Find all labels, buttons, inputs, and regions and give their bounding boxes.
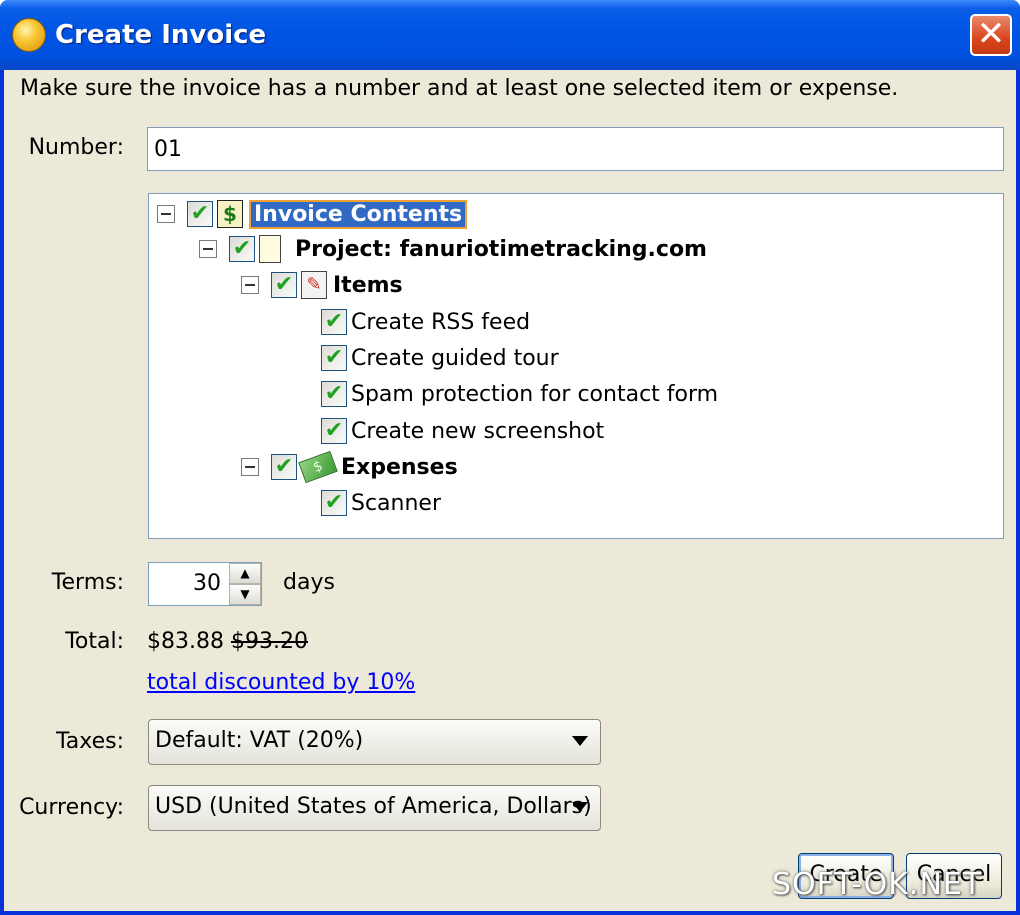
tree-node-label[interactable]: Spam protection for contact form xyxy=(351,382,718,407)
close-button[interactable]: ✕ xyxy=(970,14,1012,56)
item-checkbox[interactable]: ✔ xyxy=(321,418,347,444)
taxes-label: Taxes: xyxy=(55,729,124,754)
tree-node-item[interactable]: ✔ Create new screenshot xyxy=(321,414,604,448)
watermark: SOFT-OK.NET xyxy=(772,867,983,902)
collapse-icon[interactable] xyxy=(241,276,259,294)
tree-node-label[interactable]: Create new screenshot xyxy=(351,419,604,444)
clipboard-check-icon: ✎ xyxy=(301,271,327,299)
terms-unit: days xyxy=(283,570,335,595)
spin-down-icon[interactable]: ▼ xyxy=(229,584,261,605)
item-checkbox[interactable]: ✔ xyxy=(321,381,347,407)
invoice-number-input[interactable] xyxy=(147,127,1004,171)
tree-node-label[interactable]: Create RSS feed xyxy=(351,310,530,335)
tree-node-item[interactable]: ✔ Create guided tour xyxy=(321,341,559,375)
original-total: $93.20 xyxy=(230,629,308,654)
invoice-contents-tree[interactable]: ✔ $ Invoice Contents ✔ Project: fanuriot… xyxy=(148,193,1004,539)
dollar-document-icon: $ xyxy=(217,200,243,228)
number-label: Number: xyxy=(28,135,124,160)
window-title: Create Invoice xyxy=(55,20,267,50)
tree-node-expense[interactable]: ✔ Scanner xyxy=(321,486,441,520)
tree-node-label[interactable]: Expenses xyxy=(341,455,458,480)
close-icon: ✕ xyxy=(976,14,1006,54)
expenses-checkbox[interactable]: ✔ xyxy=(271,454,297,480)
currency-selected: USD (United States of America, Dollars) xyxy=(155,794,592,819)
create-invoice-dialog: Create Invoice ✕ Make sure the invoice h… xyxy=(0,0,1020,915)
spin-up-icon[interactable]: ▲ xyxy=(229,563,261,584)
tree-node-label[interactable]: Create guided tour xyxy=(351,346,559,371)
document-icon xyxy=(259,235,281,263)
tree-node-label[interactable]: Project: fanuriotimetracking.com xyxy=(295,237,707,262)
total-value: $83.88 $93.20 xyxy=(147,629,308,654)
invoice-contents-checkbox[interactable]: ✔ xyxy=(187,201,213,227)
dropdown-arrow-icon[interactable] xyxy=(572,736,588,746)
app-icon xyxy=(12,18,46,52)
tree-node-label[interactable]: Invoice Contents xyxy=(249,199,468,229)
total-label: Total: xyxy=(65,629,124,654)
money-icon: $ xyxy=(298,450,338,484)
taxes-selected: Default: VAT (20%) xyxy=(155,728,364,753)
currency-label: Currency: xyxy=(19,795,124,820)
expense-checkbox[interactable]: ✔ xyxy=(321,490,347,516)
tree-node-item[interactable]: ✔ Spam protection for contact form xyxy=(321,377,718,411)
project-checkbox[interactable]: ✔ xyxy=(229,236,255,262)
collapse-icon[interactable] xyxy=(241,458,259,476)
terms-value[interactable]: 30 xyxy=(193,571,221,596)
currency-select[interactable]: USD (United States of America, Dollars) xyxy=(148,785,601,831)
tree-node-label[interactable]: Scanner xyxy=(351,491,441,516)
terms-spinner[interactable]: 30 ▲ ▼ xyxy=(148,562,262,606)
collapse-icon[interactable] xyxy=(157,205,175,223)
tree-node-project[interactable]: ✔ Project: fanuriotimetracking.com xyxy=(199,232,707,266)
tree-node-invoice-contents[interactable]: ✔ $ Invoice Contents xyxy=(157,197,468,231)
tree-node-label[interactable]: Items xyxy=(333,273,403,298)
taxes-select[interactable]: Default: VAT (20%) xyxy=(148,719,601,765)
collapse-icon[interactable] xyxy=(199,240,217,258)
item-checkbox[interactable]: ✔ xyxy=(321,345,347,371)
tree-node-items[interactable]: ✔ ✎ Items xyxy=(241,268,403,302)
title-bar[interactable]: Create Invoice ✕ xyxy=(0,0,1020,70)
dropdown-arrow-icon[interactable] xyxy=(572,802,588,812)
tree-node-expenses[interactable]: ✔ $ Expenses xyxy=(241,450,458,484)
tree-node-item[interactable]: ✔ Create RSS feed xyxy=(321,305,530,339)
discount-link[interactable]: total discounted by 10% xyxy=(147,670,415,695)
instruction-text: Make sure the invoice has a number and a… xyxy=(20,76,899,101)
item-checkbox[interactable]: ✔ xyxy=(321,309,347,335)
discounted-total: $83.88 xyxy=(147,629,224,654)
items-checkbox[interactable]: ✔ xyxy=(271,272,297,298)
terms-label: Terms: xyxy=(51,570,124,595)
